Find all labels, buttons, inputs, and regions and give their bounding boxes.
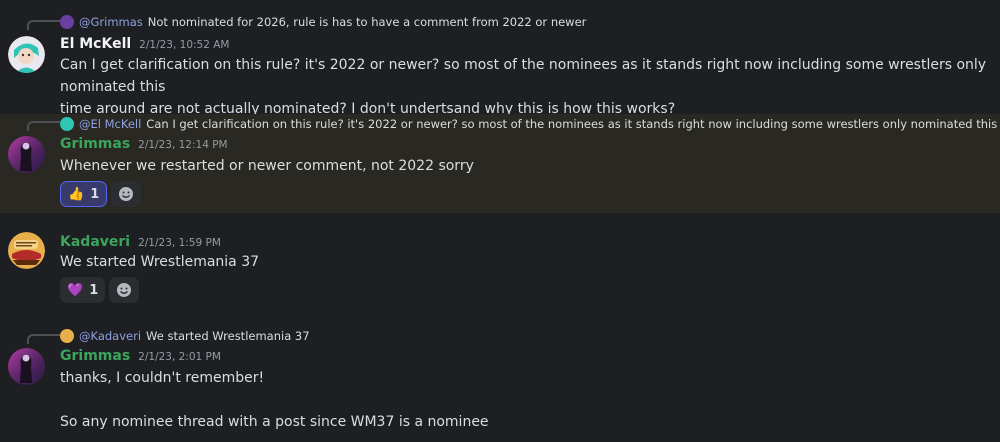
purple-heart-icon: 💜 [67,282,84,298]
message-header: Grimmas 2/1/23, 2:01 PM [60,348,221,364]
reactions: 👍 1 [60,181,142,207]
reply-snippet: Not nominated for 2026, rule is has to h… [147,15,587,29]
message-header: El McKell 2/1/23, 10:52 AM [60,36,229,52]
reply-preview[interactable]: @Kadaveri We started Wrestlemania 37 [60,327,310,345]
message-line: Whenever we restarted or newer comment, … [60,158,474,174]
message-header: Kadaveri 2/1/23, 1:59 PM [60,234,221,250]
reply-mention[interactable]: @Grimmas [79,15,143,29]
smiley-add-icon [119,187,134,201]
timestamp: 2/1/23, 10:52 AM [139,39,230,51]
reaction-purple-heart[interactable]: 💜 1 [60,277,106,303]
timestamp: 2/1/23, 1:59 PM [138,237,221,249]
reply-connector [27,20,60,30]
add-reaction-button[interactable] [111,181,142,207]
message-kadaveri: Kadaveri 2/1/23, 1:59 PM We started Wres… [0,222,1000,312]
username[interactable]: Kadaveri [60,234,130,250]
message-content: Can I get clarification on this rule? it… [60,54,990,120]
avatar[interactable] [8,36,45,73]
message-line: thanks, I couldn't remember! [60,370,265,386]
reply-preview[interactable]: @Grimmas Not nominated for 2026, rule is… [60,13,586,31]
add-reaction-button[interactable] [109,277,140,303]
el-mckell-mini-avatar [60,117,74,131]
reply-mention[interactable]: @El McKell [79,117,141,131]
reactions: 💜 1 [60,277,140,303]
avatar[interactable] [8,232,45,269]
message-content: We started Wrestlemania 37 [60,251,990,273]
message-line: We started Wrestlemania 37 [60,254,260,270]
reaction-count: 1 [89,282,99,298]
smiley-add-icon [117,283,132,297]
message-content: thanks, I couldn't remember! So any nomi… [60,367,990,433]
message-grimmas: @Kadaveri We started Wrestlemania 37 Gri… [0,322,1000,442]
message-line-blank [60,389,990,411]
username[interactable]: El McKell [60,36,131,52]
reply-connector [27,334,60,344]
timestamp: 2/1/23, 2:01 PM [138,351,221,363]
reaction-thumbs-up[interactable]: 👍 1 [60,181,108,207]
reply-preview[interactable]: @El McKell Can I get clarification on th… [60,115,1000,133]
message-line: So any nominee thread with a post since … [60,414,489,430]
reply-snippet: We started Wrestlemania 37 [146,329,310,343]
grimmas-mini-avatar [60,15,74,29]
reply-snippet: Can I get clarification on this rule? it… [146,117,1000,131]
reply-connector [27,121,60,131]
message-grimmas-highlighted: @El McKell Can I get clarification on th… [0,114,1000,213]
message-el-mckell: @Grimmas Not nominated for 2026, rule is… [0,0,1000,117]
reply-mention[interactable]: @Kadaveri [79,329,141,343]
username[interactable]: Grimmas [60,348,130,364]
avatar[interactable] [8,348,45,385]
thumbs-up-icon: 👍 [68,186,85,202]
message-content: Whenever we restarted or newer comment, … [60,155,990,177]
timestamp: 2/1/23, 12:14 PM [138,139,228,151]
message-line: Can I get clarification on this rule? it… [60,57,987,95]
username[interactable]: Grimmas [60,136,130,152]
message-header: Grimmas 2/1/23, 12:14 PM [60,136,228,152]
kadaveri-mini-avatar [60,329,74,343]
reaction-count: 1 [90,186,100,202]
avatar[interactable] [8,136,45,173]
